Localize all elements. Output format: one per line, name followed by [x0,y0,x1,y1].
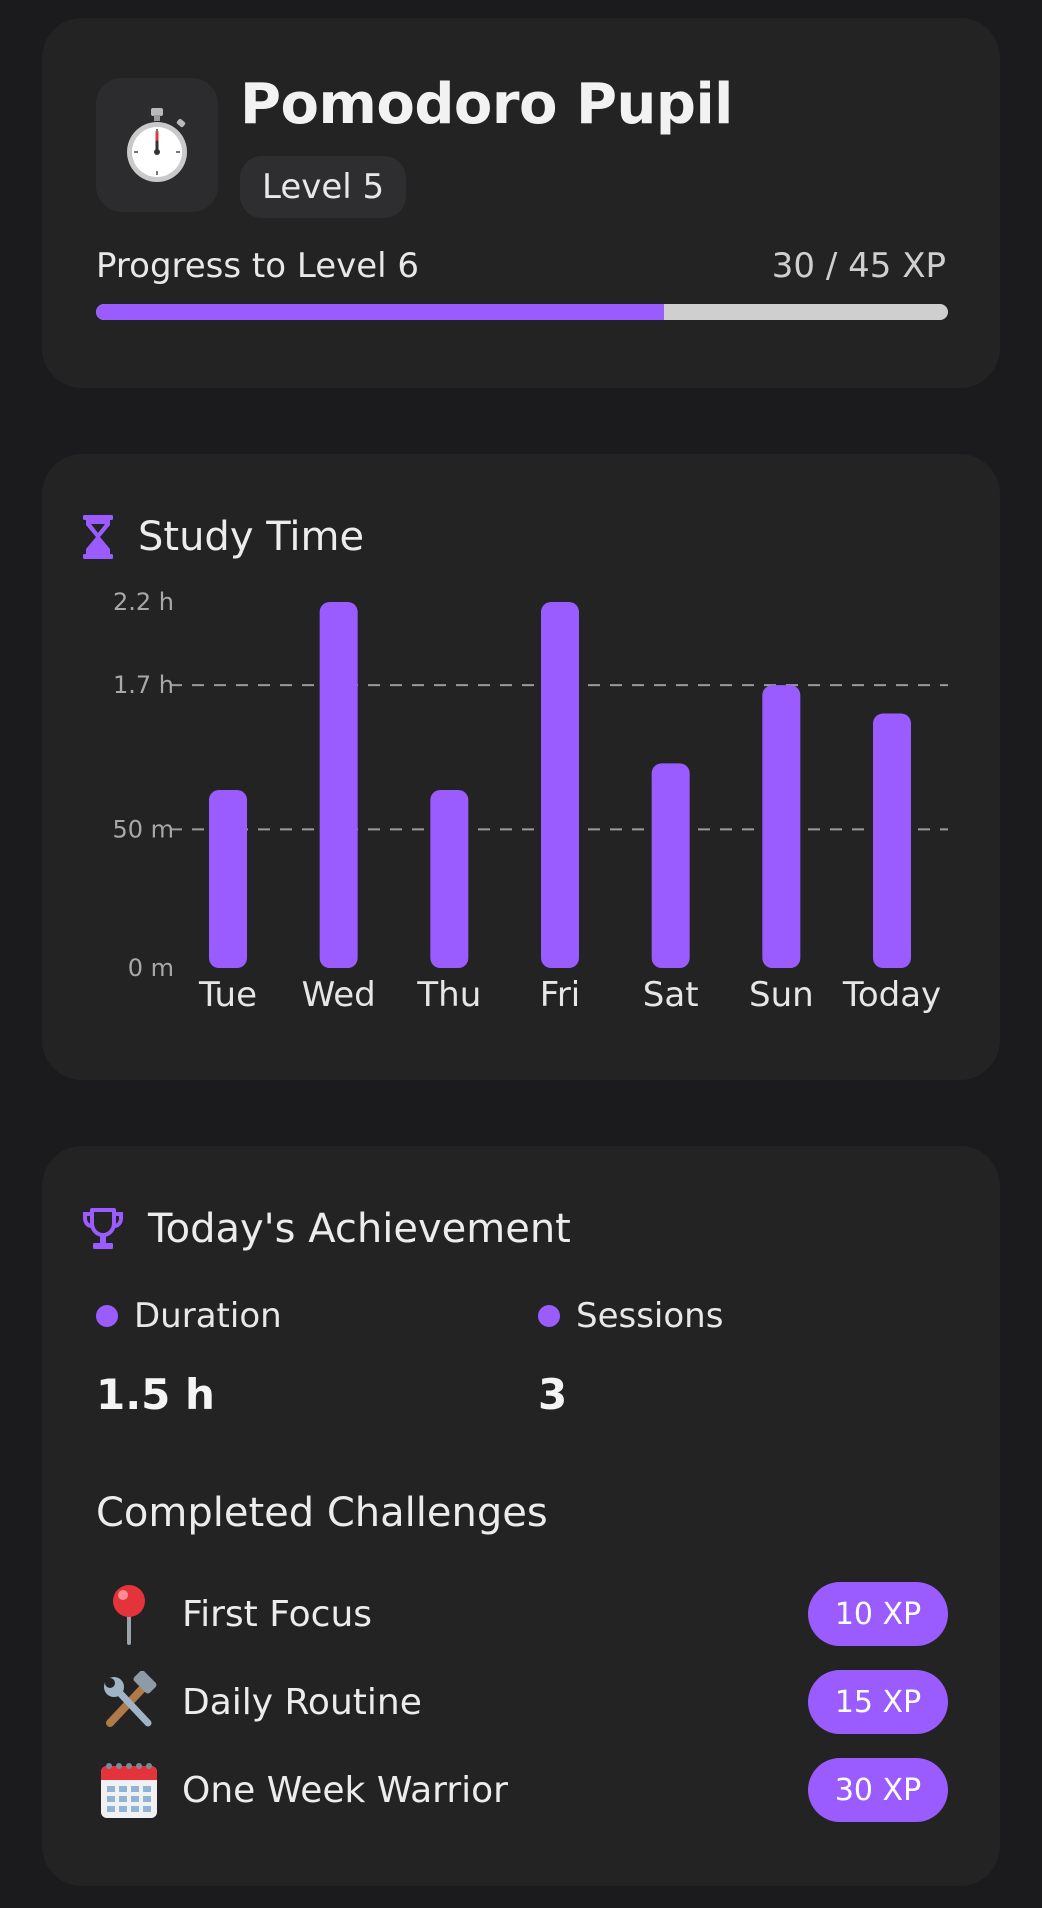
study-time-chart: 0 m 50 m 1.7 h 2.2 h Tue Wed Thu Fri Sat Sun Today [112,588,948,1015]
sessions-stat: Sessions 3 [538,1296,723,1419]
y-tick-label: 0 m [128,954,174,982]
duration-label: Duration [134,1296,282,1336]
hammer-wrench-icon [96,1670,162,1734]
x-tick-label: Sun [749,975,814,1015]
duration-dot-icon [96,1305,118,1327]
achievement-card: Today's Achievement Duration 1.5 h Sessi… [42,1146,1000,1886]
duration-stat: Duration 1.5 h [96,1296,282,1419]
x-tick-label: Tue [198,975,257,1015]
sessions-label: Sessions [576,1296,724,1336]
challenge-name: First Focus [182,1593,373,1635]
bar [541,602,579,968]
achievement-title: Today's Achievement [148,1206,571,1252]
bar [651,763,690,968]
x-tick-label: Wed [302,975,376,1015]
x-tick-label: Thu [416,975,481,1015]
bar [209,789,247,968]
challenge-row: First Focus 10 XP [96,1582,948,1646]
sessions-value: 3 [538,1370,568,1419]
trophy-icon [83,1208,123,1249]
x-tick-label: Today [842,975,941,1015]
challenge-xp-badge: 10 XP [808,1582,948,1646]
y-tick-label: 50 m [112,815,174,843]
xp-progress-fill [96,304,665,320]
completed-challenges-title: Completed Challenges [96,1490,548,1536]
calendar-icon [96,1758,162,1822]
y-tick-label: 1.7 h [113,671,174,699]
bar [762,685,801,968]
xp-progress-bar [96,304,948,320]
pushpin-icon [96,1582,162,1646]
x-tick-label: Fri [540,975,581,1015]
stopwatch-icon [127,108,187,182]
bar [873,713,911,968]
progress-xp-text: 30 / 45 XP [771,246,946,286]
challenge-name: One Week Warrior [182,1769,508,1811]
sessions-dot-icon [538,1305,560,1327]
bar [319,602,358,968]
challenge-xp-badge: 30 XP [808,1758,948,1822]
study-time-card: Study Time 0 m 50 m 1.7 h 2.2 h Tue Wed Thu Fri… [42,454,1000,1080]
achievement-header: Today's Achievement [82,1206,571,1252]
y-tick-label: 2.2 h [113,588,174,616]
profile-name: Pomodoro Pupil [240,72,733,137]
bar [430,789,469,968]
challenge-row: One Week Warrior 30 XP [96,1758,948,1822]
level-badge: Level 5 [240,156,407,218]
stopwatch-avatar [96,78,218,212]
profile-card: Pomodoro Pupil Level 5 Progress to Level… [42,18,1000,388]
challenge-xp-badge: 15 XP [808,1670,948,1734]
x-tick-label: Sat [643,975,699,1015]
progress-label: Progress to Level 6 [96,246,420,286]
challenge-name: Daily Routine [182,1681,422,1723]
duration-value: 1.5 h [96,1370,215,1419]
challenge-row: Daily Routine 15 XP [96,1670,948,1734]
